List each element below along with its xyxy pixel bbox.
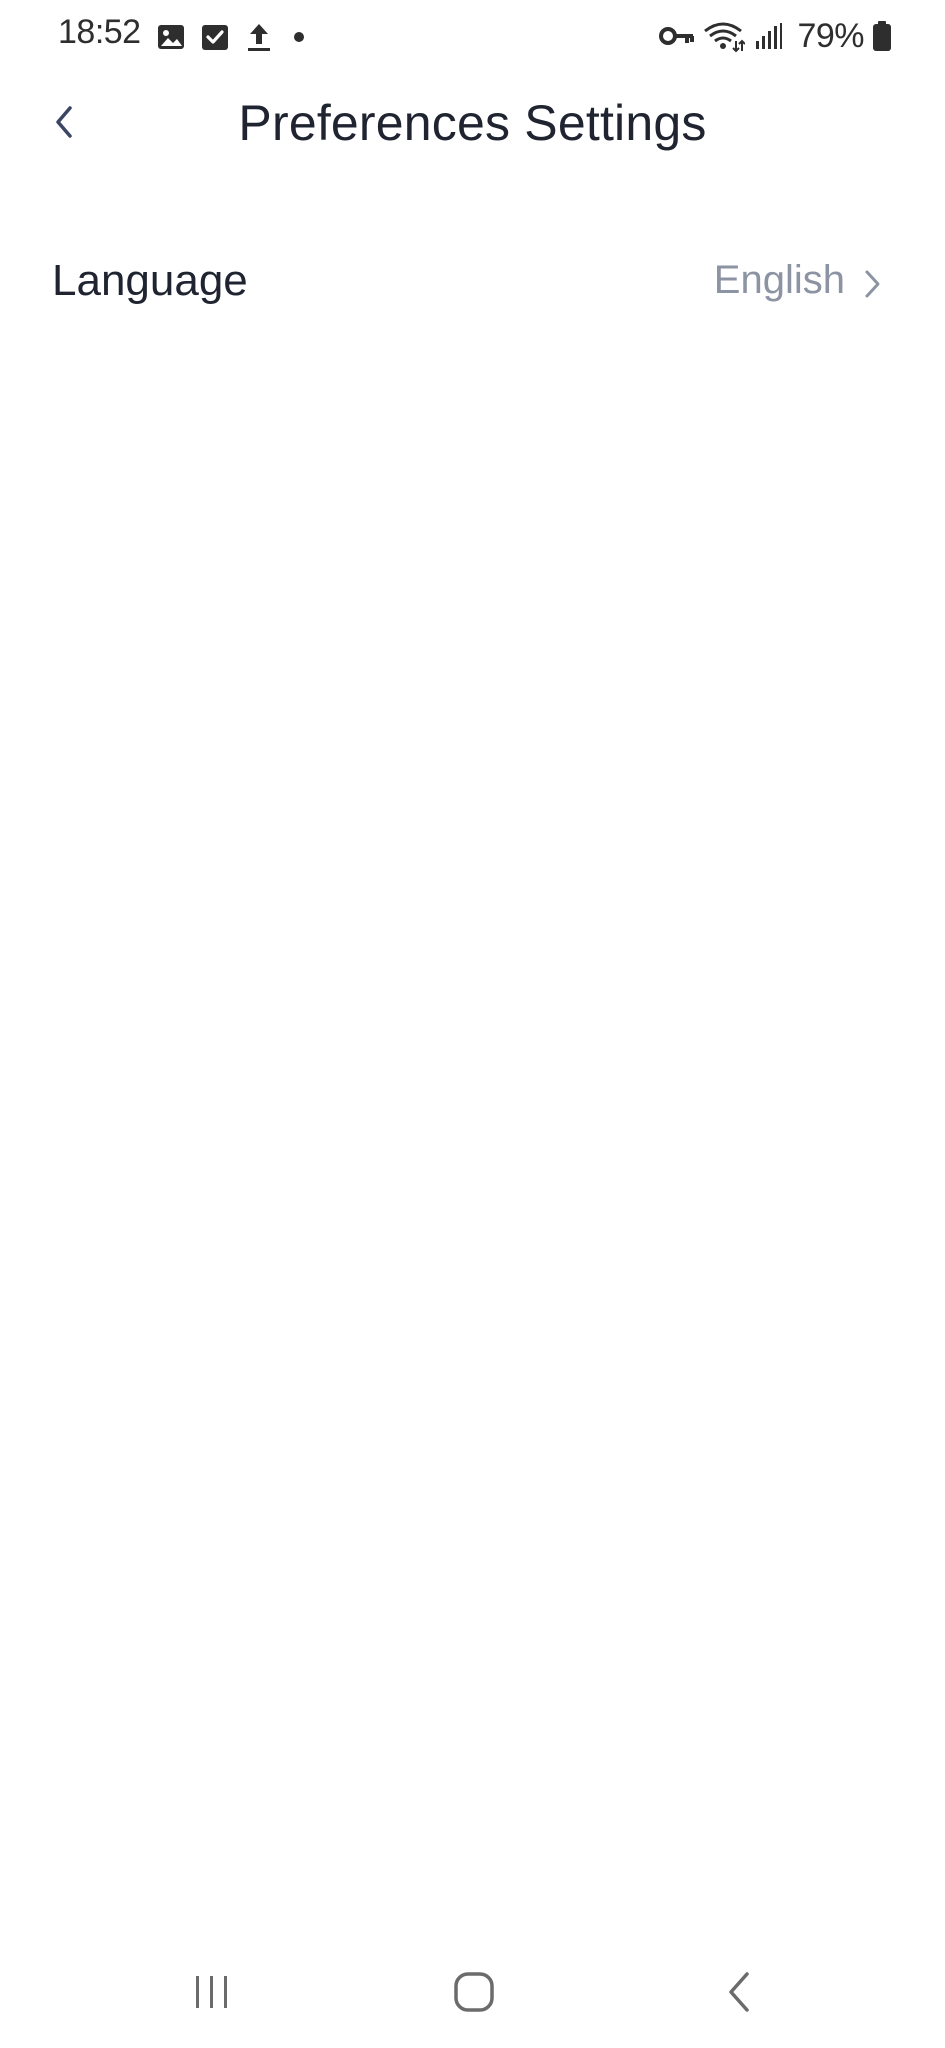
status-time: 18:52 (58, 13, 141, 51)
chevron-right-icon (857, 266, 887, 302)
recents-icon (190, 1972, 234, 2017)
checkbox-icon (200, 22, 230, 52)
wifi-icon (703, 19, 746, 53)
notification-icons (156, 20, 310, 54)
status-bar: 18:52 79% (0, 0, 945, 72)
system-icons: 79% (659, 16, 892, 56)
setting-value: English (713, 258, 845, 302)
battery-icon (872, 20, 892, 52)
home-button[interactable] (434, 1964, 514, 2024)
dot-icon (288, 22, 310, 52)
back-icon (725, 1970, 755, 2019)
image-icon (156, 22, 186, 52)
setting-label: Language (52, 256, 248, 305)
vpn-key-icon (659, 21, 695, 51)
app-header: Preferences Settings (0, 76, 945, 172)
home-icon (452, 1970, 496, 2019)
recents-button[interactable] (172, 1964, 252, 2024)
nav-back-button[interactable] (700, 1964, 780, 2024)
system-navigation-bar (0, 1940, 945, 2048)
signal-icon (753, 21, 783, 51)
battery-percent: 79% (797, 16, 864, 55)
page-title: Preferences Settings (238, 95, 707, 151)
upload-icon (244, 21, 274, 53)
language-setting-row[interactable]: Language English (0, 234, 945, 334)
preferences-settings-screen: 18:52 79% Preferences Settings Language … (0, 0, 945, 2048)
